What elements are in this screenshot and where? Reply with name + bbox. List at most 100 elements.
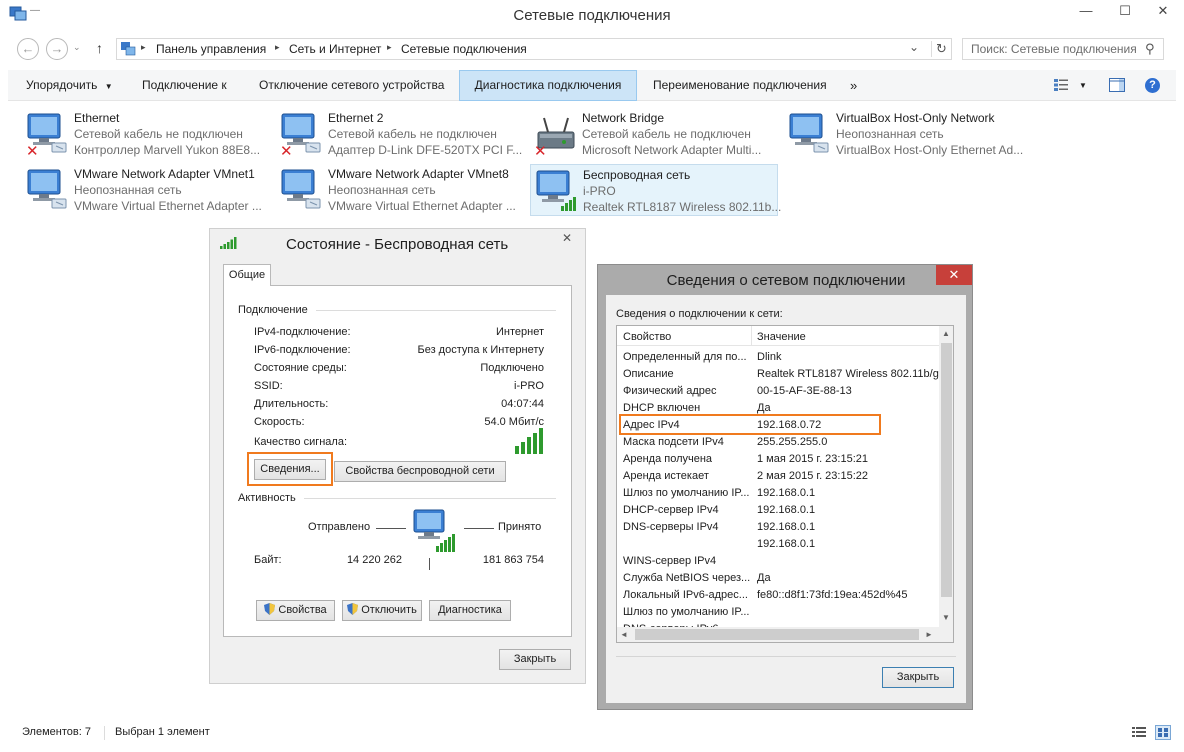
column-value[interactable]: Значение xyxy=(757,331,806,343)
tab-general[interactable]: Общие xyxy=(223,264,271,286)
diagnose-button[interactable]: Диагностика xyxy=(429,600,511,621)
network-adapter-icon xyxy=(788,112,832,156)
status-field-label: IPv4-подключение: xyxy=(254,326,351,338)
row-property: Определенный для по... xyxy=(623,351,747,363)
activity-divider xyxy=(429,558,430,570)
details-view-icon[interactable] xyxy=(1132,726,1146,738)
search-box[interactable]: Поиск: Сетевые подключения ⚲ xyxy=(962,38,1164,60)
disconnect-button[interactable]: Отключить xyxy=(342,600,422,621)
scroll-right-icon[interactable]: ► xyxy=(925,630,933,639)
details-row[interactable]: DHCP-сервер IPv4 192.168.0.1 xyxy=(617,503,939,520)
diagnose-connection-button[interactable]: Диагностика подключения xyxy=(459,70,637,101)
details-row[interactable]: Локальный IPv6-адрес... fe80::d8f1:73fd:1… xyxy=(617,588,939,605)
details-row[interactable]: 192.168.0.1 xyxy=(617,537,939,554)
row-value: 255.255.255.0 xyxy=(757,436,828,448)
help-icon[interactable]: ? xyxy=(1145,78,1160,93)
breadcrumb-sep-icon[interactable]: ▸ xyxy=(141,42,146,53)
row-value: Realtek RTL8187 Wireless 802.11b/g xyxy=(757,368,939,380)
connection-adapter: Контроллер Marvell Yukon 88E8... xyxy=(74,143,261,157)
details-row[interactable]: Аренда истекает 2 мая 2015 г. 23:15:22 xyxy=(617,469,939,486)
more-commands-button[interactable]: » xyxy=(850,70,857,101)
row-property: Описание xyxy=(623,368,674,380)
scroll-up-icon[interactable]: ▲ xyxy=(942,329,950,338)
connection-name: Ethernet xyxy=(74,111,120,125)
scroll-thumb[interactable] xyxy=(941,343,952,597)
back-button[interactable]: ← xyxy=(17,38,39,60)
scroll-thumb-h[interactable] xyxy=(635,629,919,640)
connection-item[interactable]: ✕ Ethernet Сетевой кабель не подключен Конт… xyxy=(22,108,272,160)
scroll-left-icon[interactable]: ◄ xyxy=(620,630,628,639)
connection-item[interactable]: VirtualBox Host-Only Network Неопознанная… xyxy=(784,108,1034,160)
preview-pane-icon[interactable] xyxy=(1109,78,1125,92)
network-activity-icon xyxy=(410,508,458,554)
wireless-network-icon xyxy=(535,169,579,213)
connection-item[interactable]: ✕ Ethernet 2 Сетевой кабель не подключен Ад… xyxy=(276,108,526,160)
properties-label: Свойства xyxy=(278,604,327,616)
recent-dropdown-icon[interactable]: ⌄ xyxy=(73,42,81,53)
breadcrumb-item-control-panel[interactable]: Панель управления xyxy=(156,42,266,56)
details-list[interactable]: Свойство Значение Определенный для по...… xyxy=(616,325,954,643)
address-bar[interactable]: ▸ Панель управления ▸ Сеть и Интернет ▸ … xyxy=(116,38,952,60)
minimize-button[interactable]: — xyxy=(1071,0,1101,22)
breadcrumb-sep-icon[interactable]: ▸ xyxy=(387,42,392,53)
connection-item[interactable]: VMware Network Adapter VMnet8 Неопознанна… xyxy=(276,164,526,216)
details-row[interactable]: WINS-сервер IPv4 xyxy=(617,554,939,571)
horizontal-scrollbar[interactable]: ◄ ► xyxy=(617,627,939,642)
wireless-properties-button[interactable]: Свойства беспроводной сети xyxy=(334,461,506,482)
status-bar: Элементов: 7 Выбран 1 элемент xyxy=(0,722,1184,744)
details-row[interactable]: Шлюз по умолчанию IP... 192.168.0.1 xyxy=(617,486,939,503)
disconnect-device-button[interactable]: Отключение сетевого устройства xyxy=(259,70,444,101)
search-input[interactable]: Поиск: Сетевые подключения xyxy=(971,42,1137,56)
vertical-scrollbar[interactable]: ▲ ▼ xyxy=(939,326,953,627)
row-value: Dlink xyxy=(757,351,782,363)
column-divider[interactable] xyxy=(751,326,752,346)
large-icons-view-icon[interactable] xyxy=(1155,725,1171,740)
details-close-dialog-button[interactable]: Закрыть xyxy=(882,667,954,688)
details-row[interactable]: Аренда получена 1 мая 2015 г. 23:15:21 xyxy=(617,452,939,469)
details-row[interactable]: DNS-серверы IPv4 192.168.0.1 xyxy=(617,520,939,537)
view-dropdown-icon[interactable]: ▼ xyxy=(1079,70,1087,101)
bytes-label: Байт: xyxy=(254,554,282,566)
selected-count: Выбран 1 элемент xyxy=(115,726,210,738)
maximize-button[interactable]: ☐ xyxy=(1110,0,1140,22)
details-close-button[interactable]: ✕ xyxy=(936,265,972,285)
change-view-icon[interactable] xyxy=(1054,79,1068,91)
breadcrumb-item-connections[interactable]: Сетевые подключения xyxy=(401,42,527,56)
refresh-button[interactable]: ↻ xyxy=(931,41,951,57)
details-row[interactable]: Шлюз по умолчанию IP... xyxy=(617,605,939,622)
connection-name: Ethernet 2 xyxy=(328,111,384,125)
details-row[interactable]: Описание Realtek RTL8187 Wireless 802.11b… xyxy=(617,367,939,384)
organize-button[interactable]: Упорядочить ▼ xyxy=(26,70,113,101)
row-value: 192.168.0.1 xyxy=(757,521,816,533)
bytes-received-value: 181 863 754 xyxy=(482,554,544,566)
status-close-dialog-button[interactable]: Закрыть xyxy=(499,649,571,670)
mac-highlight-box xyxy=(619,414,881,435)
connection-item[interactable]: VMware Network Adapter VMnet1 Неопознанна… xyxy=(22,164,272,216)
network-bridge-icon: ✕ xyxy=(534,112,578,160)
breadcrumb-sep-icon[interactable]: ▸ xyxy=(275,42,280,53)
control-panel-icon xyxy=(120,41,136,57)
rename-connection-button[interactable]: Переименование подключения xyxy=(653,70,827,101)
status-field-label: Состояние среды: xyxy=(254,362,347,374)
row-property: Маска подсети IPv4 xyxy=(623,436,724,448)
connection-item[interactable]: Беспроводная сеть i-PRO Realtek RTL8187 Wi… xyxy=(530,164,781,216)
connect-to-button[interactable]: Подключение к xyxy=(142,70,227,101)
close-button[interactable]: ✕ xyxy=(1148,0,1178,22)
up-button[interactable]: ↑ xyxy=(96,40,103,56)
properties-button[interactable]: Свойства xyxy=(256,600,335,621)
search-icon[interactable]: ⚲ xyxy=(1145,41,1155,57)
connection-adapter: Microsoft Network Adapter Multi... xyxy=(582,143,762,157)
details-dialog: Сведения о сетевом подключении ✕ Сведени… xyxy=(597,264,973,710)
breadcrumb-item-network[interactable]: Сеть и Интернет xyxy=(289,42,381,56)
details-row[interactable]: Служба NetBIOS через... Да xyxy=(617,571,939,588)
bytes-sent-value: 14 220 262 xyxy=(346,554,402,566)
details-row[interactable]: Определенный для по... Dlink xyxy=(617,350,939,367)
forward-button[interactable]: → xyxy=(46,38,68,60)
column-property[interactable]: Свойство xyxy=(623,331,671,343)
address-dropdown-icon[interactable]: ⌄ xyxy=(909,40,919,54)
details-row[interactable]: Физический адрес 00-15-AF-3E-88-13 xyxy=(617,384,939,401)
details-row[interactable]: Маска подсети IPv4 255.255.255.0 xyxy=(617,435,939,452)
connection-item[interactable]: ✕ Network Bridge Сетевой кабель не подключ… xyxy=(530,108,780,160)
scroll-down-icon[interactable]: ▼ xyxy=(942,613,950,622)
status-close-button[interactable]: ✕ xyxy=(553,231,581,249)
